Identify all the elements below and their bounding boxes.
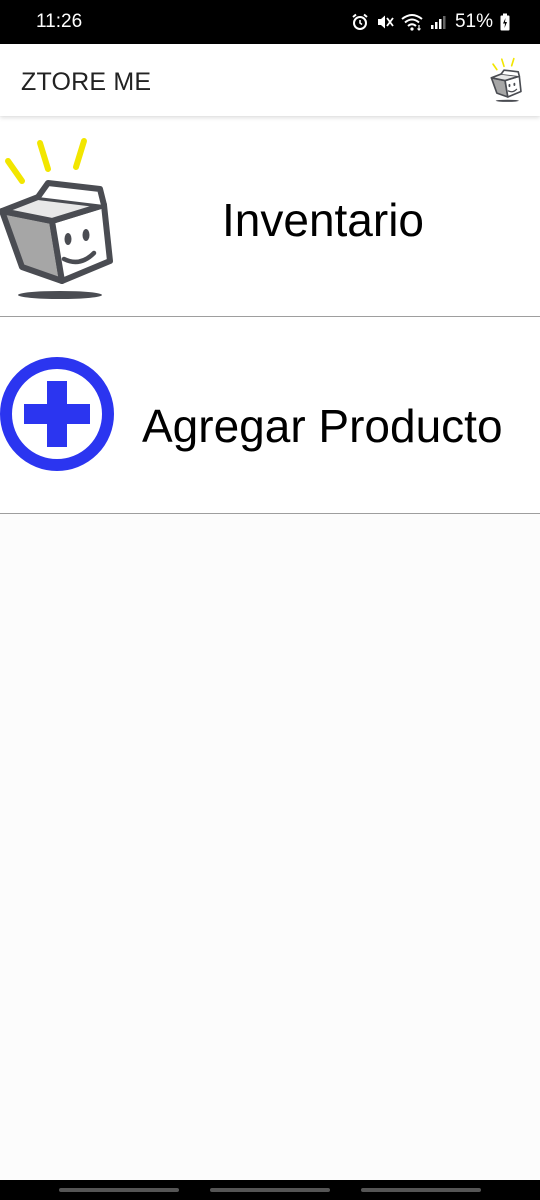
app-title: ZTORE ME <box>21 68 152 96</box>
status-time: 11:26 <box>36 11 83 32</box>
status-bar: 11:26 51% <box>0 0 540 44</box>
screen: 11:26 51% ZTORE ME Inventario Agregar Pr… <box>0 0 540 1200</box>
open-box-icon <box>0 138 113 299</box>
menu-item-add-product-label: Agregar Producto <box>142 400 503 452</box>
back-button[interactable] <box>361 1188 481 1192</box>
battery-percent: 51% <box>454 11 493 32</box>
wifi-icon <box>401 13 423 31</box>
app-bar: ZTORE ME <box>0 44 540 116</box>
mute-icon <box>376 13 394 31</box>
signal-icon <box>430 14 446 30</box>
status-icons: 51% <box>351 8 510 36</box>
home-button[interactable] <box>210 1188 330 1192</box>
ztore-box-logo-icon <box>490 57 522 102</box>
alarm-icon <box>351 13 369 31</box>
menu-item-add-product[interactable]: Agregar Producto <box>0 317 540 514</box>
recent-apps-button[interactable] <box>59 1188 179 1192</box>
menu-item-inventory[interactable]: Inventario <box>0 117 540 317</box>
menu-item-inventory-label: Inventario <box>222 194 425 246</box>
battery-icon <box>500 13 510 31</box>
plus-circle-icon <box>0 357 114 471</box>
system-nav-bar <box>0 1180 540 1200</box>
